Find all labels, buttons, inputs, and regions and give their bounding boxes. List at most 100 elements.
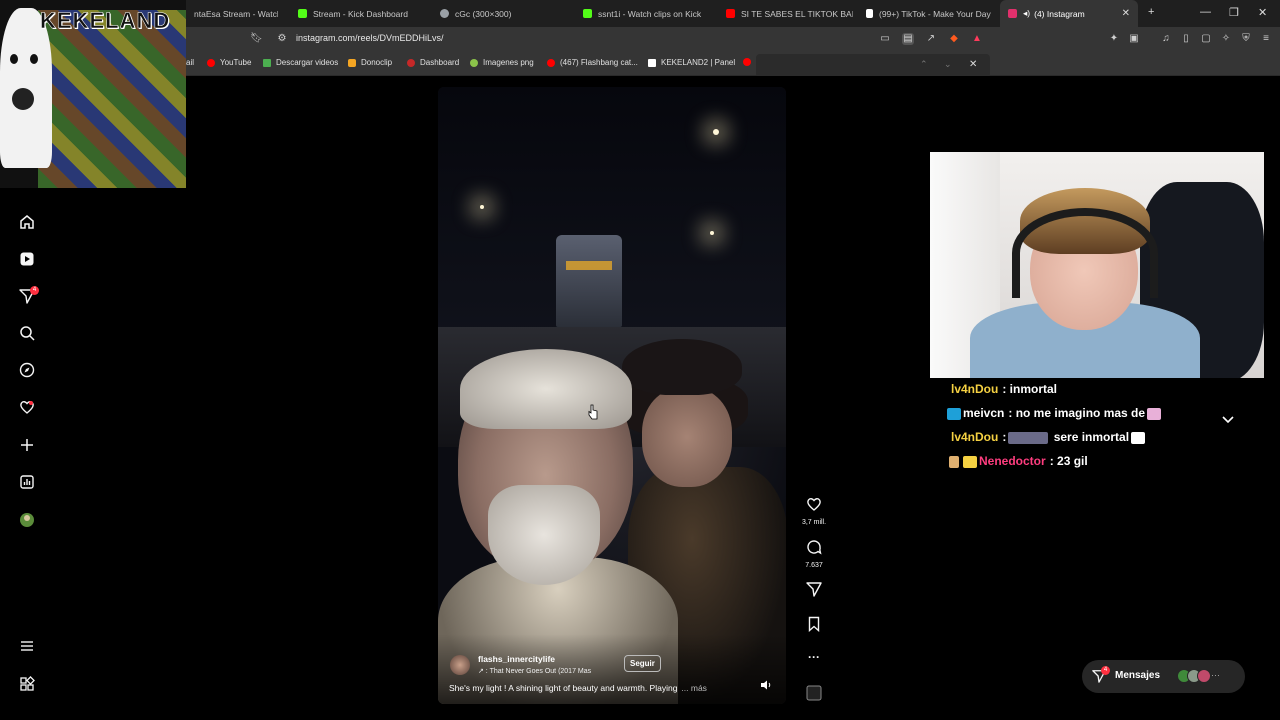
caption-text: She's my light ! A shining light of beau…	[449, 683, 678, 693]
reels-icon[interactable]	[19, 251, 35, 267]
follow-button[interactable]: Seguir	[624, 655, 661, 672]
tab-kick-clips[interactable]: ssnt1i - Watch clips on Kick	[575, 0, 710, 27]
heart-icon[interactable]	[806, 496, 822, 512]
street-lamp	[710, 231, 714, 235]
more-options-icon[interactable]: ···	[800, 650, 828, 664]
search-icon[interactable]	[19, 325, 35, 341]
tab-instagram[interactable]: ◂) (4) Instagram ✕	[1000, 0, 1138, 27]
bookmark-descargar[interactable]: Descargar videos	[263, 58, 338, 67]
create-plus-icon[interactable]	[19, 437, 35, 453]
find-next-icon[interactable]: ⌄	[944, 59, 952, 70]
maximize-icon[interactable]: ❐	[1229, 6, 1239, 19]
image-icon	[470, 58, 478, 67]
brave-rewards-icon[interactable]: ▲	[971, 33, 983, 45]
share-icon[interactable]: ↗	[925, 33, 937, 45]
tab-kick-stream-1[interactable]: ntaEsa Stream - Watch Li	[186, 0, 278, 27]
audio-toggle-icon[interactable]	[760, 679, 772, 691]
find-prev-icon[interactable]: ⌃	[920, 59, 928, 70]
author-username[interactable]: flashs_innercitylife	[478, 654, 555, 664]
chat-username: meivcn	[963, 406, 1005, 420]
bookmark-youtube[interactable]: YouTube	[207, 58, 251, 67]
address-bar	[0, 27, 1280, 52]
emote-icon	[1008, 431, 1049, 444]
tab-title: ssnt1i - Watch clips on Kick	[598, 8, 702, 19]
also-from-meta-icon[interactable]	[19, 676, 35, 692]
extensions-icon[interactable]: ✦	[1108, 33, 1120, 45]
screenshot-icon[interactable]: ▣	[1128, 33, 1140, 45]
find-close-icon[interactable]: ✕	[969, 59, 977, 70]
share-action[interactable]	[800, 581, 828, 602]
chat-text: : no me imagino mas de	[1008, 406, 1146, 420]
kekeland-icon	[648, 58, 656, 67]
hand-cursor-icon	[588, 404, 598, 420]
comment-action[interactable]: 7.637	[800, 539, 828, 569]
vpn-icon[interactable]: ⛨	[1240, 33, 1252, 45]
caption-more-link[interactable]: ... más	[681, 683, 707, 693]
sidebar-toggle-icon[interactable]: ▯	[1180, 33, 1192, 45]
tab-youtube[interactable]: SI TE SABES EL TIKTOK BAILA!	[718, 0, 853, 27]
comment-count: 7.637	[805, 562, 823, 569]
chat-text: : 23 gil	[1049, 454, 1088, 468]
bookmark-imagenes[interactable]: Imagenes png	[470, 58, 534, 67]
kick-icon	[298, 9, 307, 18]
street-lamp	[480, 205, 484, 209]
brave-shield-icon[interactable]: ◆	[948, 33, 960, 45]
bookmark-donoclip[interactable]: Donoclip	[348, 58, 392, 67]
chevron-down-icon[interactable]	[1220, 411, 1236, 427]
author-avatar[interactable]	[450, 655, 470, 675]
chat-username: lv4nDou	[951, 430, 999, 444]
audio-thumbnail-icon[interactable]	[806, 685, 822, 701]
media-icon[interactable]: ♫	[1160, 33, 1172, 45]
new-tab-icon[interactable]: +	[1148, 6, 1154, 18]
bookmark-kekeland[interactable]: KEKELAND2 | Panel	[648, 58, 735, 67]
dashboard-icon[interactable]	[19, 474, 35, 490]
chat-username: lv4nDou	[951, 382, 999, 396]
overlay-title: KEKELAND	[40, 8, 171, 34]
save-action[interactable]	[800, 616, 828, 637]
close-window-icon[interactable]: ✕	[1258, 6, 1267, 19]
menu-icon[interactable]: ≡	[1260, 33, 1272, 45]
notification-badge: 4	[30, 286, 39, 295]
leo-ai-icon[interactable]: ✧	[1220, 33, 1232, 45]
bookmark-dashboard[interactable]: Dashboard	[407, 58, 459, 67]
tab-tiktok[interactable]: (99+) TikTok - Make Your Day	[858, 0, 998, 27]
reel-video[interactable]: flashs_innercitylife ↗ : That Never Goes…	[438, 87, 786, 704]
home-icon[interactable]	[19, 214, 35, 230]
like-action[interactable]: 3,7 mill.	[800, 496, 828, 526]
explore-icon[interactable]	[19, 362, 35, 378]
chat-message: meivcn: no me imagino mas de	[945, 406, 1163, 420]
share-paper-plane-icon[interactable]	[806, 581, 822, 597]
tab-kick-dashboard[interactable]: Stream - Kick Dashboard	[290, 0, 425, 27]
messages-avatars: ···	[1177, 669, 1227, 683]
url-field[interactable]: instagram.com/reels/DVmEDDHiLvs/	[296, 33, 444, 43]
street-lamp	[713, 129, 719, 135]
chat-username: Nenedoctor	[979, 454, 1046, 468]
minimize-icon[interactable]: —	[1200, 6, 1211, 18]
reader-mode-icon[interactable]: ▤	[902, 33, 914, 45]
tab-title: (99+) TikTok - Make Your Day	[879, 8, 991, 19]
video-person	[488, 485, 600, 585]
site-info-icon[interactable]: ⚙	[276, 33, 288, 45]
badge-icon	[963, 455, 977, 468]
tab-title: ntaEsa Stream - Watch Li	[194, 8, 278, 19]
comment-icon[interactable]	[806, 539, 822, 555]
messages-badge: 4	[1101, 666, 1110, 675]
bookmark-mail[interactable]: ail	[186, 58, 194, 67]
audio-title: That Never Goes Out (2017 Mas	[489, 668, 592, 675]
messages-label: Mensajes	[1115, 670, 1161, 681]
tab-image[interactable]: cGc (300×300)	[432, 0, 567, 27]
bookmark-save-icon[interactable]	[806, 616, 822, 633]
tab-title: Stream - Kick Dashboard	[313, 8, 408, 19]
bus-sign	[566, 261, 612, 270]
close-tab-icon[interactable]: ✕	[1122, 8, 1130, 19]
bookmark-page-icon[interactable]: 🔖︎	[250, 33, 263, 45]
bookmark-flashbang[interactable]: (467) Flashbang cat...	[547, 58, 638, 67]
more-menu-icon[interactable]	[19, 638, 35, 654]
profile-avatar-icon[interactable]	[19, 512, 35, 528]
bookmark-more[interactable]	[743, 58, 756, 66]
cast-icon[interactable]: ▭	[879, 33, 891, 45]
wallet-icon[interactable]: ▢	[1200, 33, 1212, 45]
notifications-heart-icon[interactable]	[19, 399, 35, 415]
reel-audio[interactable]: ↗ : That Never Goes Out (2017 Mas	[478, 667, 591, 675]
original-audio-thumbnail[interactable]	[800, 685, 828, 706]
